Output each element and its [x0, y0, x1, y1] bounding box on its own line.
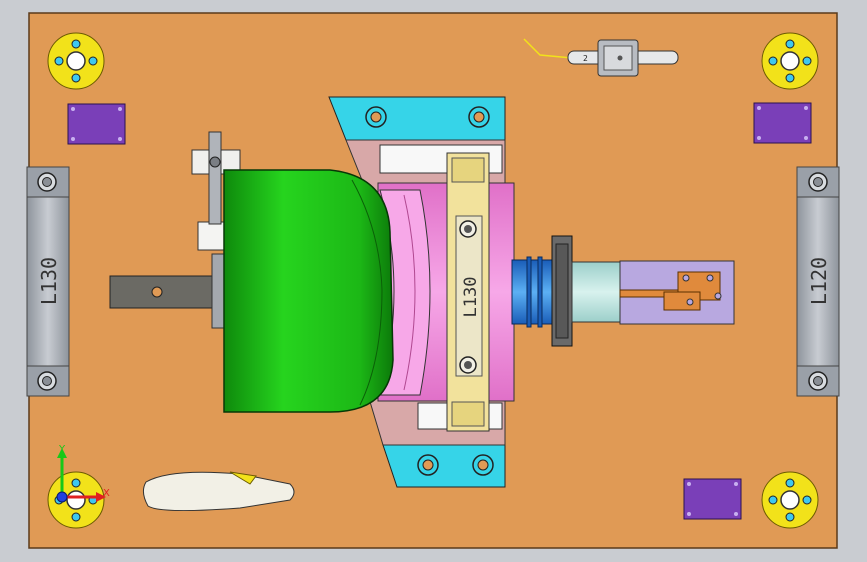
- top-bracket[interactable]: [328, 96, 506, 141]
- cad-viewport[interactable]: L130 L120 2 L130 Y X: [0, 0, 867, 562]
- indicator-tag: 2: [583, 54, 588, 63]
- clamp-body[interactable]: [223, 169, 394, 413]
- right-rail-label: L120: [807, 257, 831, 305]
- locating-pad[interactable]: [753, 102, 812, 144]
- cross-bar[interactable]: L130: [446, 152, 490, 432]
- bolt-flange-icon: [761, 32, 819, 90]
- axis-x-label: X: [103, 488, 110, 499]
- right-support-rail[interactable]: L120: [796, 166, 840, 397]
- locating-pad[interactable]: [67, 103, 126, 145]
- pin-holder[interactable]: [619, 260, 735, 325]
- fixture-block[interactable]: [377, 182, 515, 402]
- fixture-drawing: L130 L120 2 L130 Y X: [26, 12, 840, 549]
- bolt-flange-icon: [47, 32, 105, 90]
- left-rail-label: L130: [37, 257, 61, 305]
- bolt-flange-icon: [761, 471, 819, 529]
- axis-y-label: Y: [58, 444, 66, 455]
- locating-pad[interactable]: [683, 478, 742, 520]
- bottom-bracket[interactable]: [382, 444, 506, 488]
- bolt-flange-icon: [47, 471, 105, 529]
- center-bar-label: L130: [461, 277, 481, 318]
- left-support-rail[interactable]: L130: [26, 166, 70, 397]
